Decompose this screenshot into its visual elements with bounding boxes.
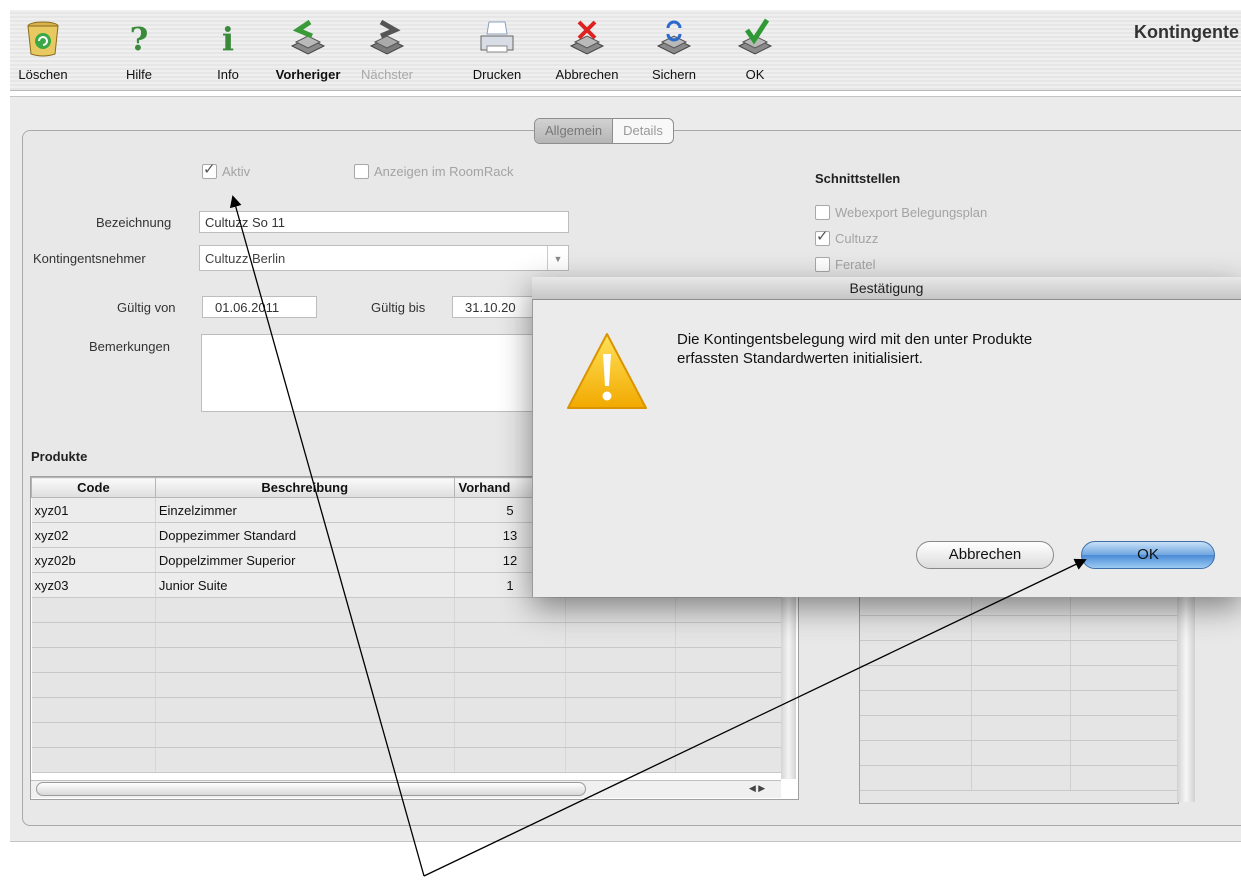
cell-code: xyz03 <box>31 572 156 598</box>
cancel-icon <box>569 20 605 55</box>
bezeichnung-input[interactable]: Cultuzz So 11 <box>199 211 569 233</box>
previous-record-icon <box>290 19 326 55</box>
print-label: Drucken <box>472 67 522 82</box>
trash-icon <box>27 21 59 57</box>
aktiv-label: Aktiv <box>222 164 251 180</box>
webexport-checkbox-box[interactable] <box>815 205 830 221</box>
previous-label: Vorheriger <box>275 67 341 82</box>
schnittstellen-title: Schnittstellen <box>815 171 901 186</box>
table-row-empty <box>31 647 796 673</box>
delete-button[interactable]: Löschen <box>10 10 76 90</box>
column-header-code[interactable]: Code <box>31 477 156 498</box>
secondary-vertical-scrollbar[interactable] <box>1177 590 1195 802</box>
gueltig-bis-input[interactable]: 31.10.20 <box>452 296 534 318</box>
save-icon <box>656 20 692 55</box>
kontingentsnehmer-label: Kontingentsnehmer <box>33 251 146 266</box>
info-label: Info <box>217 67 239 82</box>
dialog-message: Die Kontingentsbelegung wird mit den unt… <box>677 330 1197 368</box>
delete-label: Löschen <box>18 67 68 82</box>
dialog-message-line1: Die Kontingentsbelegung wird mit den unt… <box>677 331 1033 348</box>
table-row-empty <box>31 672 796 698</box>
cancel-button[interactable]: Abbrechen <box>544 10 630 90</box>
cultuzz-checkbox[interactable]: Cultuzz <box>815 227 879 247</box>
webexport-label: Webexport Belegungsplan <box>835 205 988 221</box>
next-record-icon <box>369 19 405 55</box>
webexport-checkbox[interactable]: Webexport Belegungsplan <box>815 204 988 221</box>
gueltig-von-input[interactable]: 01.06.2011 <box>202 296 317 318</box>
dialog-cancel-button[interactable]: Abbrechen <box>916 541 1054 569</box>
svg-text:?: ? <box>130 20 149 58</box>
save-label: Sichern <box>651 67 697 82</box>
dialog-ok-button[interactable]: OK <box>1081 541 1215 569</box>
kontingentsnehmer-select[interactable]: Cultuzz Berlin ▼ <box>199 245 569 271</box>
bemerkungen-textarea[interactable] <box>201 334 535 412</box>
cultuzz-checkbox-box[interactable] <box>815 227 830 247</box>
table-row-empty <box>31 697 796 723</box>
dialog-message-line2: erfassten Standardwerten initialisiert. <box>677 350 923 367</box>
ok-toolbar-label: OK <box>745 67 765 82</box>
bezeichnung-label: Bezeichnung <box>96 215 172 230</box>
aktiv-checkbox-box[interactable] <box>202 160 217 180</box>
table-row-empty <box>860 666 1178 691</box>
table-row-empty <box>31 722 796 748</box>
info-button[interactable]: i Info <box>206 10 250 90</box>
aktiv-checkbox[interactable]: Aktiv <box>202 160 251 180</box>
feratel-checkbox-box[interactable] <box>815 257 830 272</box>
info-icon: i <box>222 20 234 58</box>
cell-beschreibung: Junior Suite <box>155 572 455 598</box>
cancel-label: Abbrechen <box>555 67 619 82</box>
column-header-beschreibung[interactable]: Beschreibung <box>154 477 455 498</box>
cell-beschreibung: Doppelzimmer Superior <box>155 547 455 573</box>
cell-code: xyz02b <box>31 547 156 573</box>
tab-details[interactable]: Details <box>613 119 673 143</box>
printer-icon <box>480 21 514 53</box>
table-row-empty <box>860 691 1178 716</box>
dialog-title: Bestätigung <box>532 277 1241 300</box>
roomrack-label: Anzeigen im RoomRack <box>374 164 514 180</box>
table-row-empty <box>860 766 1178 791</box>
feratel-checkbox[interactable]: Feratel <box>815 256 875 272</box>
help-label: Hilfe <box>125 67 152 82</box>
tab-bar: Allgemein Details <box>534 118 674 144</box>
table-row-empty <box>860 641 1178 666</box>
previous-button[interactable]: Vorheriger <box>268 10 348 90</box>
chevron-down-icon[interactable]: ▼ <box>547 246 568 270</box>
toolbar: Löschen ? Hilfe i Info Vorheriger Nächst… <box>10 10 1241 91</box>
cell-code: xyz02 <box>31 522 156 548</box>
next-button[interactable]: Nächster <box>350 10 424 90</box>
scroll-arrows-icon[interactable]: ◀ ▶ <box>734 781 780 796</box>
cell-beschreibung: Einzelzimmer <box>155 497 455 523</box>
warning-icon <box>567 333 647 409</box>
tab-allgemein[interactable]: Allgemein <box>535 119 614 143</box>
help-icon: ? <box>130 20 149 58</box>
svg-text:i: i <box>222 20 234 58</box>
horizontal-scroll-thumb[interactable] <box>36 782 586 796</box>
save-button[interactable]: Sichern <box>644 10 704 90</box>
table-row-empty <box>860 616 1178 641</box>
gueltig-von-label: Gültig von <box>117 300 176 315</box>
table-row-empty <box>31 747 796 773</box>
next-label: Nächster <box>360 67 414 82</box>
table-row-empty <box>860 741 1178 766</box>
kontingentsnehmer-value: Cultuzz Berlin <box>205 251 286 266</box>
table-row-empty <box>31 597 796 623</box>
gueltig-bis-label: Gültig bis <box>371 300 426 315</box>
secondary-table <box>859 590 1179 804</box>
help-button[interactable]: ? Hilfe <box>116 10 162 90</box>
feratel-label: Feratel <box>835 257 876 272</box>
ok-toolbar-button[interactable]: OK <box>730 10 780 90</box>
roomrack-checkbox[interactable]: Anzeigen im RoomRack <box>354 163 514 180</box>
cell-beschreibung: Doppezimmer Standard <box>155 522 455 548</box>
window-title: Kontingente <box>1134 22 1239 42</box>
table-row-empty <box>860 716 1178 741</box>
print-button[interactable]: Drucken <box>462 10 532 90</box>
table-row-empty <box>31 622 796 648</box>
cultuzz-label: Cultuzz <box>835 231 879 247</box>
ok-icon <box>737 18 773 55</box>
cell-code: xyz01 <box>31 497 156 523</box>
produkte-title: Produkte <box>31 449 88 464</box>
bemerkungen-label: Bemerkungen <box>89 339 170 354</box>
roomrack-checkbox-box[interactable] <box>354 164 369 180</box>
